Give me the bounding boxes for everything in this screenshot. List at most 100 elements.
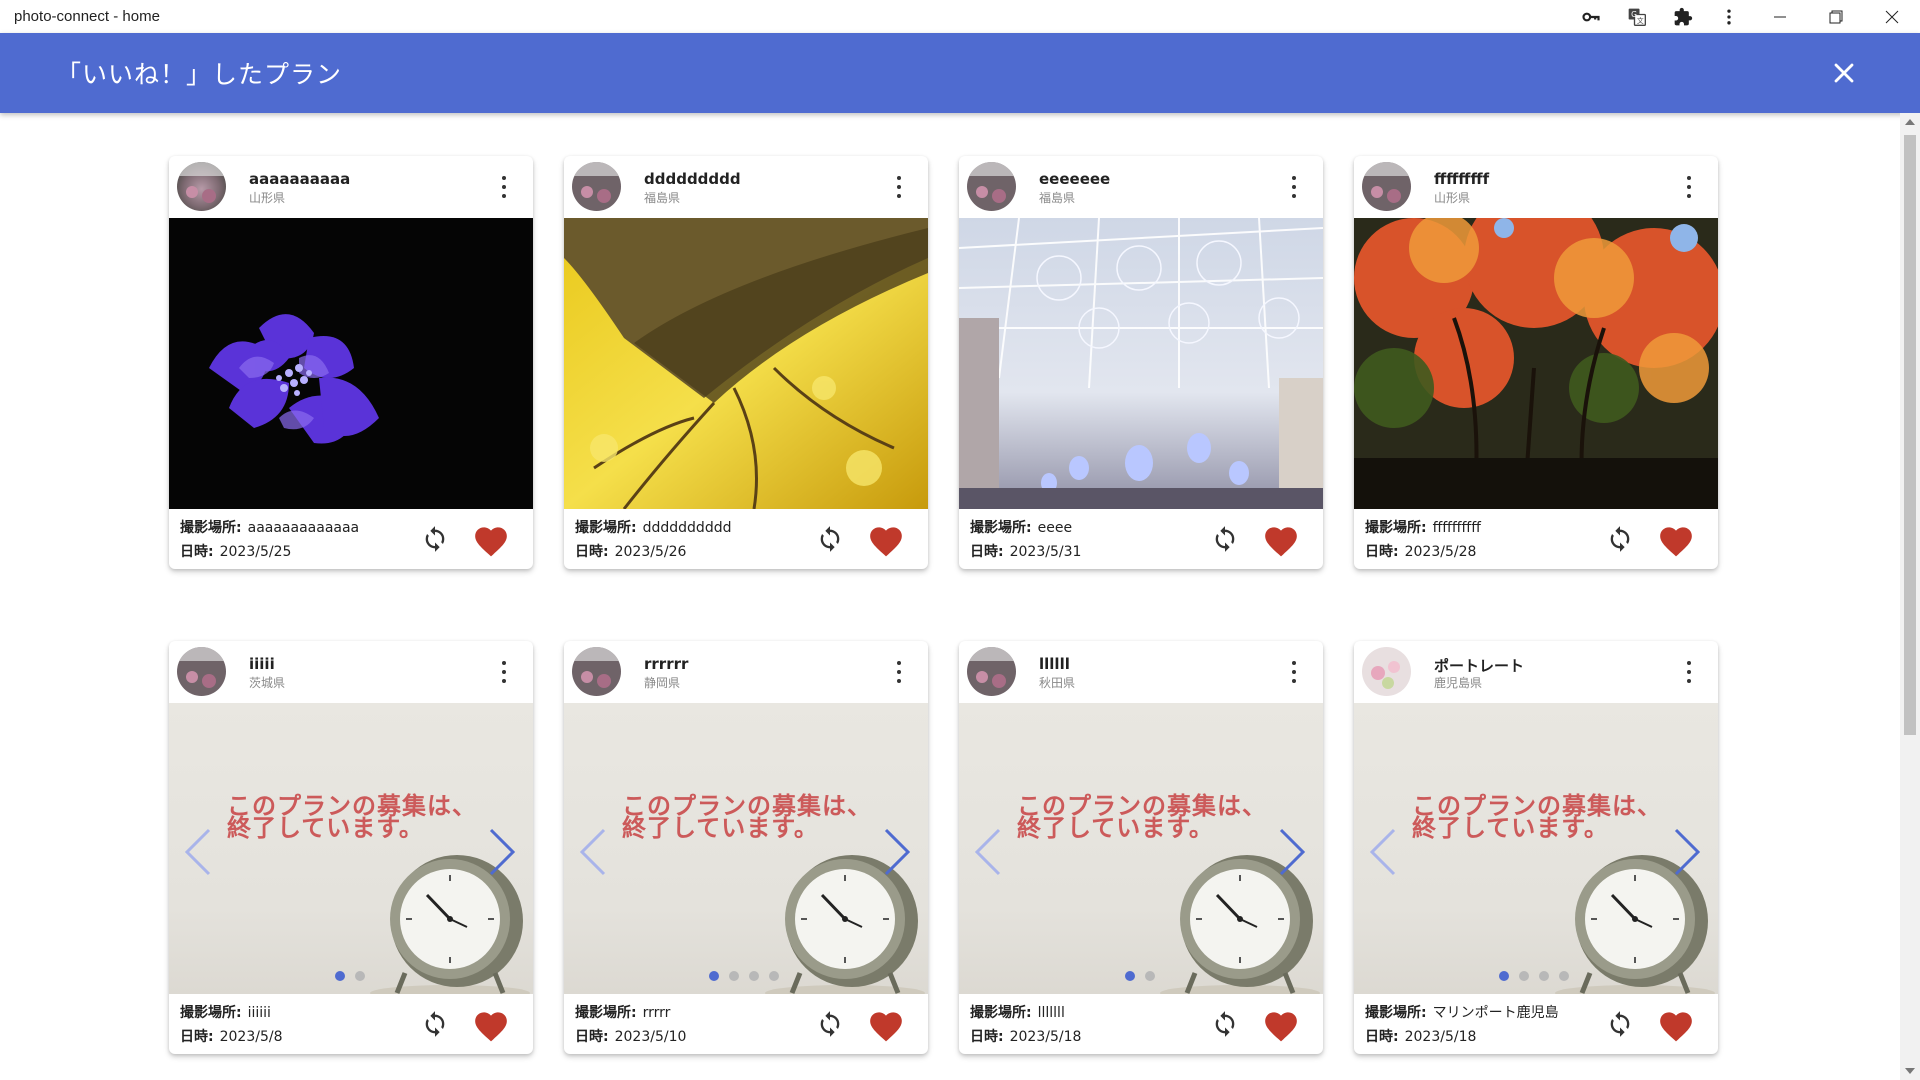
carousel-dots[interactable] (709, 971, 779, 981)
more-vert-icon[interactable] (1289, 174, 1299, 200)
more-vert-icon[interactable] (894, 174, 904, 200)
carousel-dot[interactable] (709, 971, 719, 981)
carousel-dot[interactable] (1539, 971, 1549, 981)
plan-card[interactable]: iiiii 茨城県 このプランの募集は、 終了しています。 撮影場所: iiiiii… (169, 641, 533, 1054)
minimize-icon[interactable] (1752, 0, 1808, 33)
plan-photo-carousel[interactable]: このプランの募集は、 終了しています。 (564, 703, 928, 994)
carousel-dot[interactable] (729, 971, 739, 981)
carousel-dot[interactable] (1125, 971, 1135, 981)
card-footer: 撮影場所: dddddddddd 日時: 2023/5/26 (564, 509, 928, 569)
carousel-dot[interactable] (335, 971, 345, 981)
more-vert-icon[interactable] (1289, 659, 1299, 685)
carousel-dot[interactable] (769, 971, 779, 981)
carousel-dots[interactable] (1125, 971, 1155, 981)
more-vert-icon[interactable] (894, 659, 904, 685)
scroll-up-icon[interactable] (1905, 119, 1915, 125)
location-row: 撮影場所: aaaaaaaaaaaaa (180, 517, 359, 537)
plan-photo-illumination[interactable] (959, 218, 1323, 509)
more-vert-icon[interactable] (1706, 0, 1752, 33)
carousel-dots[interactable] (1499, 971, 1569, 981)
plan-photo-autumn[interactable] (1354, 218, 1718, 509)
chevron-left-icon[interactable] (973, 827, 1003, 877)
avatar[interactable] (177, 647, 226, 696)
avatar[interactable] (1362, 162, 1411, 211)
plan-card[interactable]: ポートレート 鹿児島県 このプランの募集は、 終了しています。 撮影場所: マリンポ… (1354, 641, 1718, 1054)
date-row: 日時: 2023/5/18 (1365, 1026, 1476, 1046)
date-row: 日時: 2023/5/25 (180, 541, 291, 561)
avatar[interactable] (967, 647, 1016, 696)
carousel-dots[interactable] (335, 971, 365, 981)
heart-icon[interactable] (867, 522, 905, 558)
prefecture: 鹿児島県 (1434, 676, 1483, 690)
more-vert-icon[interactable] (499, 659, 509, 685)
plan-photo-carousel[interactable]: このプランの募集は、 終了しています。 (1354, 703, 1718, 994)
plan-card[interactable]: fffffffff 山形県 撮影場所: ffffffffff 日時: 2023/5/… (1354, 156, 1718, 569)
close-dialog-button[interactable] (1826, 55, 1862, 91)
chevron-right-icon[interactable] (1277, 827, 1307, 877)
carousel-dot[interactable] (1559, 971, 1569, 981)
sync-icon[interactable] (816, 525, 844, 553)
card-header: llllll 秋田県 (959, 641, 1323, 703)
heart-icon[interactable] (1262, 1007, 1300, 1043)
date-value: 2023/5/25 (219, 544, 292, 560)
avatar[interactable] (177, 162, 226, 211)
heart-icon[interactable] (472, 522, 510, 558)
ended-message: このプランの募集は、 終了しています。 (1017, 792, 1267, 842)
sync-icon[interactable] (1606, 1010, 1634, 1038)
more-vert-icon[interactable] (499, 174, 509, 200)
chevron-right-icon[interactable] (487, 827, 517, 877)
plan-card[interactable]: ddddddddd 福島県 撮影場所: dddddddddd 日時: 2023/5/… (564, 156, 928, 569)
avatar[interactable] (572, 647, 621, 696)
chevron-left-icon[interactable] (1368, 827, 1398, 877)
vertical-scrollbar[interactable] (1900, 113, 1920, 1080)
sync-icon[interactable] (1211, 525, 1239, 553)
plan-photo-hydrangea[interactable] (169, 218, 533, 509)
chevron-right-icon[interactable] (882, 827, 912, 877)
translate-icon[interactable]: G文 (1614, 0, 1660, 33)
key-icon[interactable] (1568, 0, 1614, 33)
date-value: 2023/5/18 (1404, 1029, 1477, 1045)
heart-icon[interactable] (1657, 1007, 1695, 1043)
avatar[interactable] (967, 162, 1016, 211)
sync-icon[interactable] (421, 525, 449, 553)
scroll-thumb[interactable] (1904, 135, 1916, 735)
restore-icon[interactable] (1808, 0, 1864, 33)
location-row: 撮影場所: dddddddddd (575, 517, 731, 537)
carousel-dot[interactable] (1145, 971, 1155, 981)
sync-icon[interactable] (816, 1010, 844, 1038)
close-icon[interactable] (1864, 0, 1920, 33)
avatar[interactable] (1362, 647, 1411, 696)
date-row: 日時: 2023/5/28 (1365, 541, 1476, 561)
puzzle-icon[interactable] (1660, 0, 1706, 33)
location-value: マリンポート鹿児島 (1432, 1005, 1559, 1021)
scroll-down-icon[interactable] (1905, 1068, 1915, 1074)
sync-icon[interactable] (1211, 1010, 1239, 1038)
plan-card[interactable]: eeeeeee 福島県 撮影場所: eeee 日時: 2023/5/31 (959, 156, 1323, 569)
carousel-dot[interactable] (1519, 971, 1529, 981)
plan-photo-carousel[interactable]: このプランの募集は、 終了しています。 (169, 703, 533, 994)
more-vert-icon[interactable] (1684, 659, 1694, 685)
sync-icon[interactable] (421, 1010, 449, 1038)
plan-photo-ginkgo[interactable] (564, 218, 928, 509)
carousel-dot[interactable] (355, 971, 365, 981)
chevron-left-icon[interactable] (578, 827, 608, 877)
heart-icon[interactable] (1262, 522, 1300, 558)
plan-photo-carousel[interactable]: このプランの募集は、 終了しています。 (959, 703, 1323, 994)
more-vert-icon[interactable] (1684, 174, 1694, 200)
heart-icon[interactable] (867, 1007, 905, 1043)
heart-icon[interactable] (472, 1007, 510, 1043)
carousel-dot[interactable] (749, 971, 759, 981)
chevron-left-icon[interactable] (183, 827, 213, 877)
location-value: lllllll (1037, 1005, 1065, 1021)
heart-icon[interactable] (1657, 522, 1695, 558)
location-label: 撮影場所: (970, 1005, 1032, 1021)
plan-card[interactable]: llllll 秋田県 このプランの募集は、 終了しています。 撮影場所: lllll… (959, 641, 1323, 1054)
carousel-dot[interactable] (1499, 971, 1509, 981)
plan-card[interactable]: aaaaaaaaaa 山形県 撮影場所: aaaaaaaaaaaaa 日時: 2… (169, 156, 533, 569)
date-value: 2023/5/26 (614, 544, 687, 560)
plan-card[interactable]: rrrrrr 静岡県 このプランの募集は、 終了しています。 撮影場所: rrrrr… (564, 641, 928, 1054)
date-label: 日時: (1365, 544, 1399, 560)
chevron-right-icon[interactable] (1672, 827, 1702, 877)
avatar[interactable] (572, 162, 621, 211)
sync-icon[interactable] (1606, 525, 1634, 553)
